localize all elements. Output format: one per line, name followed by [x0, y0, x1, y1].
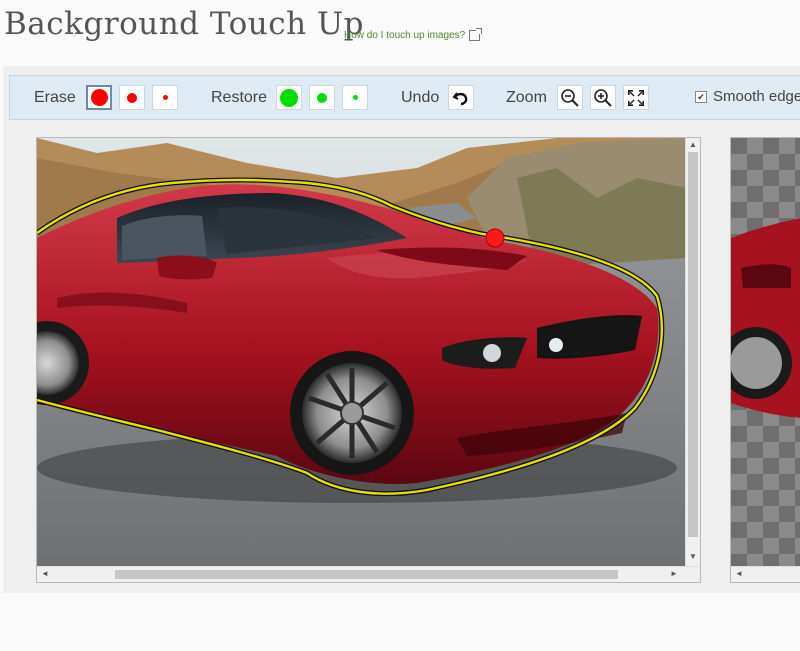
restore-medium-brush-button[interactable] [309, 85, 335, 110]
scroll-left-arrow[interactable]: ◄ [41, 569, 49, 578]
horizontal-scroll-thumb[interactable] [115, 570, 618, 579]
smooth-edge-checkbox[interactable]: ✔ [695, 90, 707, 103]
zoom-out-button[interactable] [557, 85, 583, 110]
erase-large-brush-button[interactable] [86, 85, 112, 110]
fit-screen-icon [628, 89, 644, 106]
smooth-edge-label: Smooth edge [713, 88, 800, 105]
scroll-right-arrow[interactable]: ► [670, 569, 678, 578]
car-photo [37, 138, 687, 568]
restore-small-brush-button[interactable] [342, 85, 368, 110]
vertical-scroll-thumb[interactable] [688, 152, 698, 537]
fit-screen-button[interactable] [623, 85, 649, 110]
preview-scroll-left-arrow[interactable]: ◄ [735, 569, 743, 578]
zoom-in-button[interactable] [590, 85, 616, 110]
help-link-label: How do I touch up images? [344, 30, 466, 41]
preview-horizontal-scrollbar[interactable]: ◄ [731, 566, 800, 582]
restore-label: Restore [211, 89, 268, 106]
vertical-scrollbar[interactable]: ▲ ▼ [685, 138, 700, 568]
zoom-out-icon [561, 88, 579, 107]
edit-canvas[interactable]: ▲ ▼ ◄ ► [36, 137, 701, 583]
scroll-up-arrow[interactable]: ▲ [689, 140, 697, 149]
scroll-down-arrow[interactable]: ▼ [689, 552, 697, 561]
undo-label: Undo [401, 89, 440, 106]
smooth-edge-option[interactable]: ✔ Smooth edge [695, 88, 800, 105]
zoom-in-icon [594, 88, 612, 107]
external-link-icon [469, 28, 483, 41]
undo-button[interactable] [448, 85, 474, 110]
page-title: Background Touch Up [4, 6, 364, 42]
restore-large-brush-button[interactable] [276, 85, 302, 110]
zoom-label: Zoom [506, 89, 547, 106]
preview-image [731, 138, 800, 568]
undo-icon [452, 91, 468, 105]
help-link[interactable]: How do I touch up images? [344, 28, 483, 41]
erase-medium-brush-button[interactable] [119, 85, 145, 110]
erase-small-brush-button[interactable] [152, 85, 178, 110]
preview-canvas[interactable]: ◄ [730, 137, 800, 583]
erase-label: Erase [34, 89, 76, 106]
horizontal-scrollbar[interactable]: ◄ ► [37, 566, 700, 582]
